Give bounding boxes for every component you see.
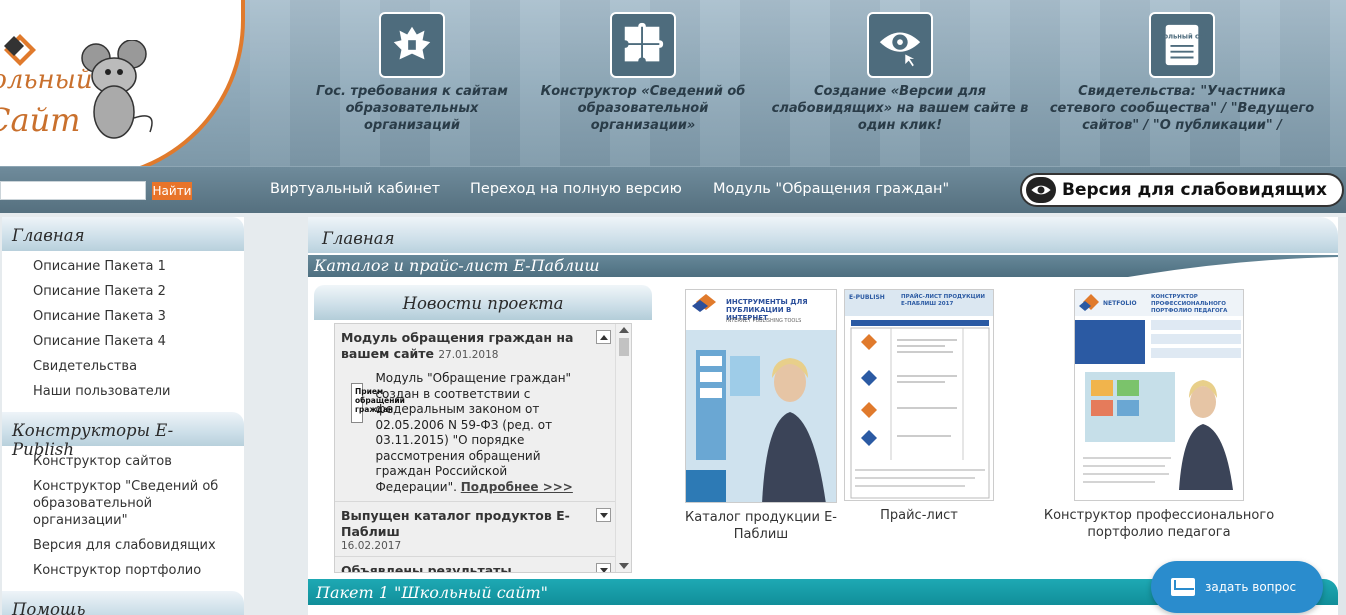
- feature-caption: Гос. требования к сайтам образовательных…: [316, 84, 508, 133]
- portfolio-card[interactable]: NETFOLIO КОНСТРУКТОР ПРОФЕССИОНАЛЬНОГО П…: [1028, 289, 1290, 541]
- search-input[interactable]: [0, 181, 146, 200]
- main-content: Главная Каталог и прайс-лист Е-Паблиш Но…: [308, 217, 1338, 615]
- sidebar-list-constructors: Конструктор сайтов Конструктор "Сведений…: [2, 446, 244, 591]
- news-widget: Новости проекта Модуль обращения граждан…: [314, 285, 652, 597]
- eye-icon: [1026, 177, 1056, 203]
- price-list-graphic: [845, 290, 993, 500]
- scroll-thumb[interactable]: [619, 338, 629, 356]
- low-vision-label: Версия для слабовидящих: [1062, 180, 1328, 200]
- nav-link-full-version[interactable]: Переход на полную версию: [470, 181, 682, 197]
- envelope-icon: [1171, 578, 1195, 596]
- news-item-body: Прием обращений граждан Модуль "Обращени…: [341, 363, 591, 497]
- page-title: Главная: [308, 217, 1338, 253]
- news-item[interactable]: Объявлены результаты Всероссийского: [335, 557, 615, 572]
- certificate-icon: школьный сайт: [1149, 12, 1215, 78]
- sidebar-section-title[interactable]: Помощь: [2, 591, 244, 615]
- feature-constructor[interactable]: Конструктор «Сведений об образовательной…: [537, 12, 749, 134]
- price-list-subtitle: E-PUBLISH: [849, 294, 885, 301]
- nav-link-citizen-appeals[interactable]: Модуль "Обращения граждан": [713, 181, 949, 197]
- left-sidebar: Главная Описание Пакета 1 Описание Пакет…: [2, 217, 244, 615]
- price-list-image[interactable]: E-PUBLISH ПРАЙС-ЛИСТ ПРОДУКЦИИ Е-ПАБЛИШ …: [844, 289, 994, 501]
- feature-low-vision[interactable]: Создание «Версии для слабовидящих» на ва…: [764, 12, 1036, 134]
- catalog-cover-subtitle: INTERNET PUBLISHING TOOLS: [726, 318, 802, 324]
- nav-link-virtual-cabinet[interactable]: Виртуальный кабинет: [270, 181, 440, 197]
- news-scroll-area[interactable]: Модуль обращения граждан на вашем сайте …: [334, 323, 632, 573]
- sidebar-item-info-constructor[interactable]: Конструктор "Сведений об образовательной…: [33, 474, 244, 533]
- site-logo[interactable]: Школьный Сайт: [0, 0, 245, 166]
- news-scrollbar[interactable]: [615, 324, 631, 572]
- card-caption[interactable]: Конструктор профессионального портфолио …: [1028, 507, 1290, 541]
- eye-icon: [867, 12, 933, 78]
- news-item-date: 16.02.2017: [341, 540, 402, 552]
- logo-line-1: Школьный: [0, 65, 93, 95]
- sidebar-item-site-constructor[interactable]: Конструктор сайтов: [33, 449, 244, 474]
- feature-caption: Свидетельства: "Участника сетевого сообщ…: [1049, 84, 1315, 133]
- price-list-title: ПРАЙС-ЛИСТ ПРОДУКЦИИ Е-ПАБЛИШ 2017: [901, 294, 985, 307]
- sidebar-item-package-3[interactable]: Описание Пакета 3: [33, 304, 244, 329]
- news-list: Модуль обращения граждан на вашем сайте …: [335, 324, 615, 572]
- chevron-up-icon: [599, 334, 608, 340]
- card-caption[interactable]: Прайс-лист: [844, 507, 994, 524]
- portfolio-cover-image[interactable]: NETFOLIO КОНСТРУКТОР ПРОФЕССИОНАЛЬНОГО П…: [1074, 289, 1244, 501]
- search-button[interactable]: Найти: [152, 182, 192, 200]
- sidebar-item-package-1[interactable]: Описание Пакета 1: [33, 254, 244, 279]
- card-caption[interactable]: Каталог продукции Е-Паблиш: [663, 509, 859, 543]
- news-item-title[interactable]: Модуль обращения граждан на вашем сайте …: [341, 330, 591, 363]
- top-navbar: Найти Виртуальный кабинет Переход на пол…: [0, 166, 1346, 213]
- news-item-title[interactable]: Объявлены результаты Всероссийского: [341, 563, 591, 572]
- news-item-thumbnail: Прием обращений граждан: [351, 383, 405, 423]
- ask-question-label: задать вопрос: [1205, 580, 1297, 594]
- chevron-down-icon: [599, 567, 608, 572]
- portfolio-cover-graphic: [1075, 290, 1243, 500]
- sidebar-item-users[interactable]: Наши пользователи: [33, 379, 244, 404]
- news-item[interactable]: Выпущен каталог продуктов Е-Паблиш 16.02…: [335, 502, 615, 557]
- catalog-cover-image[interactable]: ИНСТРУМЕНТЫ ДЛЯ ПУБЛИКАЦИИ В ИНТЕРНЕТ IN…: [685, 289, 837, 503]
- page-scrollbar-track[interactable]: [1338, 217, 1346, 615]
- news-item-text: Модуль "Обращение граждан" создан в соот…: [375, 371, 591, 495]
- portfolio-cover-subtitle: NETFOLIO: [1103, 300, 1137, 307]
- news-item[interactable]: Модуль обращения граждан на вашем сайте …: [335, 324, 615, 502]
- coat-of-arms-icon: [379, 12, 445, 78]
- sidebar-item-package-4[interactable]: Описание Пакета 4: [33, 329, 244, 354]
- catalog-card[interactable]: ИНСТРУМЕНТЫ ДЛЯ ПУБЛИКАЦИИ В ИНТЕРНЕТ IN…: [663, 289, 859, 543]
- feature-caption: Конструктор «Сведений об образовательной…: [540, 84, 746, 133]
- site-header: Школьный Сайт Гос. требования к сайтам о…: [0, 0, 1346, 166]
- sidebar-item-low-vision[interactable]: Версия для слабовидящих: [33, 533, 244, 558]
- catalog-section-title: Каталог и прайс-лист Е-Паблиш: [314, 256, 600, 275]
- news-item-title[interactable]: Выпущен каталог продуктов Е-Паблиш: [341, 508, 591, 540]
- news-item-date: 27.01.2018: [438, 349, 499, 361]
- ask-question-button[interactable]: задать вопрос: [1151, 561, 1323, 613]
- mouse-mascot-icon: [81, 40, 153, 139]
- low-vision-version-button[interactable]: Версия для слабовидящих: [1020, 173, 1344, 207]
- scroll-up-icon[interactable]: [619, 327, 629, 333]
- chevron-down-icon: [599, 512, 608, 518]
- feature-gov-requirements[interactable]: Гос. требования к сайтам образовательных…: [312, 12, 512, 134]
- read-more-link[interactable]: Подробнее >>>: [461, 480, 573, 494]
- sidebar-item-certificates[interactable]: Свидетельства: [33, 354, 244, 379]
- sidebar-section-title[interactable]: Главная: [2, 217, 244, 251]
- sidebar-item-package-2[interactable]: Описание Пакета 2: [33, 279, 244, 304]
- news-widget-title: Новости проекта: [314, 285, 652, 320]
- catalog-section-header: Каталог и прайс-лист Е-Паблиш: [308, 255, 1338, 277]
- feature-caption: Создание «Версии для слабовидящих» на ва…: [771, 84, 1029, 133]
- collapse-button[interactable]: [596, 330, 611, 344]
- sidebar-section-title[interactable]: Конструкторы E-Publish: [2, 412, 244, 459]
- sidebar-item-portfolio[interactable]: Конструктор портфолио: [33, 558, 244, 583]
- portfolio-cover-title: КОНСТРУКТОР ПРОФЕССИОНАЛЬНОГО ПОРТФОЛИО …: [1151, 294, 1228, 314]
- scroll-down-icon[interactable]: [619, 563, 629, 569]
- certificate-badge-text: школьный сайт: [1158, 32, 1206, 40]
- feature-certificates[interactable]: школьный сайт Свидетельства: "Участника …: [1046, 12, 1318, 134]
- expand-button[interactable]: [596, 508, 611, 522]
- price-list-card[interactable]: E-PUBLISH ПРАЙС-ЛИСТ ПРОДУКЦИИ Е-ПАБЛИШ …: [844, 289, 994, 524]
- news-thumb-text: Прием обращений граждан: [355, 387, 405, 414]
- puzzle-icon: [610, 12, 676, 78]
- expand-button[interactable]: [596, 563, 611, 572]
- sidebar-list-main: Описание Пакета 1 Описание Пакета 2 Опис…: [2, 251, 244, 412]
